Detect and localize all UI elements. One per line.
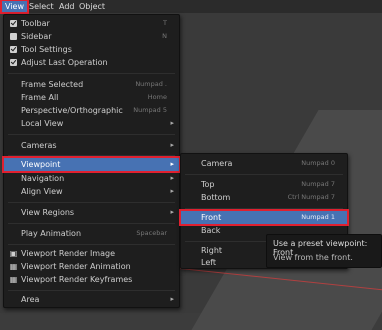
menu-item-toolbar[interactable]: Toolbar T (4, 17, 179, 30)
menu-item-viewport-render-keyframes[interactable]: ▦ Viewport Render Keyframes (4, 273, 179, 286)
front-shortcut: Numpad 1 (301, 213, 335, 221)
separator (185, 174, 343, 175)
tool-settings-label: Tool Settings (21, 45, 72, 54)
menu-item-sidebar[interactable]: Sidebar N (4, 30, 179, 43)
menu-item-perspective-orthographic[interactable]: Perspective/Orthographic Numpad 5 (4, 104, 179, 117)
toolbar-checkbox[interactable] (10, 20, 17, 27)
viewport-render-image-label: Viewport Render Image (21, 249, 116, 258)
menu-item-view-regions[interactable]: View Regions ▸ (4, 206, 179, 219)
camera-shortcut: Numpad 0 (301, 159, 335, 167)
cameras-label: Cameras (21, 141, 57, 150)
viewport-render-keyframes-label: Viewport Render Keyframes (21, 275, 133, 284)
viewpoint-label: Viewpoint (21, 160, 61, 169)
adjust-last-operation-checkbox[interactable] (10, 59, 17, 66)
perspective-orthographic-shortcut: Numpad 5 (133, 106, 167, 114)
menu-item-front[interactable]: Front Numpad 1 (179, 209, 349, 226)
sidebar-checkbox[interactable] (10, 33, 17, 40)
submenu-arrow-icon: ▸ (170, 174, 174, 182)
submenu-arrow-icon: ▸ (170, 160, 174, 168)
menu-item-area[interactable]: Area ▸ (4, 293, 179, 306)
top-shortcut: Numpad 7 (301, 180, 335, 188)
separator (8, 73, 175, 74)
submenu-arrow-icon: ▸ (170, 187, 174, 195)
align-view-label: Align View (21, 187, 63, 196)
sidebar-shortcut: N (162, 32, 167, 40)
menu-item-play-animation[interactable]: Play Animation Spacebar (4, 227, 179, 240)
play-animation-label: Play Animation (21, 229, 82, 238)
camera-label: Camera (201, 159, 233, 168)
view-menu: Toolbar T Sidebar N Tool Settings Adjust… (2, 14, 181, 308)
separator (185, 208, 343, 209)
area-label: Area (21, 295, 40, 304)
menu-item-bottom[interactable]: Bottom Ctrl Numpad 7 (181, 191, 347, 204)
back-label: Back (201, 226, 221, 235)
separator (8, 223, 175, 224)
toolbar-label: Toolbar (21, 19, 50, 28)
separator (8, 155, 175, 156)
frame-selected-label: Frame Selected (21, 80, 84, 89)
render-image-icon: ▣ (9, 249, 18, 258)
menu-item-cameras[interactable]: Cameras ▸ (4, 139, 179, 152)
menu-item-frame-selected[interactable]: Frame Selected Numpad . (4, 78, 179, 91)
menu-item-local-view[interactable]: Local View ▸ (4, 117, 179, 130)
separator (8, 134, 175, 135)
tooltip: Use a preset viewpoint: Front View from … (266, 234, 382, 268)
menu-item-navigation[interactable]: Navigation ▸ (4, 172, 179, 185)
submenu-arrow-icon: ▸ (170, 208, 174, 216)
render-animation-icon: ▦ (9, 262, 18, 271)
menu-item-tool-settings[interactable]: Tool Settings (4, 43, 179, 56)
separator (8, 244, 175, 245)
menu-item-viewpoint[interactable]: Viewpoint ▸ (2, 156, 181, 173)
menu-item-align-view[interactable]: Align View ▸ (4, 185, 179, 198)
adjust-last-operation-label: Adjust Last Operation (21, 58, 108, 67)
menu-view[interactable]: View (0, 0, 29, 14)
tooltip-description: View from the front. (273, 253, 353, 262)
play-animation-shortcut: Spacebar (136, 229, 167, 237)
header-menubar: View Select Add Object (0, 0, 382, 14)
separator (8, 290, 175, 291)
submenu-arrow-icon: ▸ (170, 119, 174, 127)
menu-add[interactable]: Add (56, 1, 78, 12)
perspective-orthographic-label: Perspective/Orthographic (21, 106, 123, 115)
bottom-label: Bottom (201, 193, 231, 202)
front-label: Front (201, 213, 222, 222)
menu-item-adjust-last-operation[interactable]: Adjust Last Operation (4, 56, 179, 69)
bottom-shortcut: Ctrl Numpad 7 (287, 193, 335, 201)
view-regions-label: View Regions (21, 208, 75, 217)
tool-settings-checkbox[interactable] (10, 46, 17, 53)
menu-item-frame-all[interactable]: Frame All Home (4, 91, 179, 104)
menu-select[interactable]: Select (26, 1, 57, 12)
top-label: Top (201, 180, 215, 189)
frame-selected-shortcut: Numpad . (135, 80, 167, 88)
menu-item-viewport-render-image[interactable]: ▣ Viewport Render Image (4, 247, 179, 260)
menu-object[interactable]: Object (76, 1, 108, 12)
submenu-arrow-icon: ▸ (170, 295, 174, 303)
sidebar-label: Sidebar (21, 32, 52, 41)
menu-item-top[interactable]: Top Numpad 7 (181, 178, 347, 191)
submenu-arrow-icon: ▸ (170, 141, 174, 149)
frame-all-shortcut: Home (147, 93, 167, 101)
menu-item-viewport-render-animation[interactable]: ▦ Viewport Render Animation (4, 260, 179, 273)
render-keyframes-icon: ▦ (9, 275, 18, 284)
separator (8, 202, 175, 203)
viewport-render-animation-label: Viewport Render Animation (21, 262, 131, 271)
menu-item-camera[interactable]: Camera Numpad 0 (181, 157, 347, 170)
local-view-label: Local View (21, 119, 64, 128)
left-label: Left (201, 258, 217, 267)
navigation-label: Navigation (21, 174, 65, 183)
frame-all-label: Frame All (21, 93, 59, 102)
toolbar-shortcut: T (163, 19, 167, 27)
